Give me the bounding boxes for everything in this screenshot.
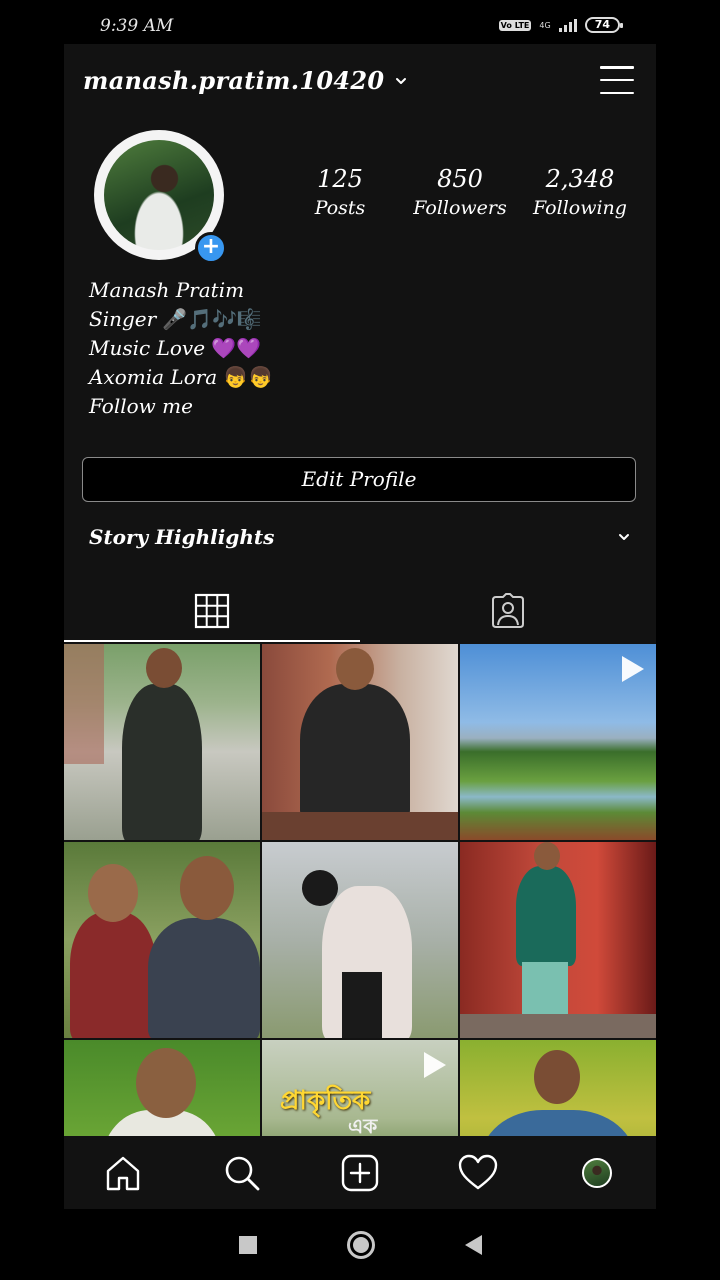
stat-value: 125 — [317, 165, 363, 193]
home-button[interactable] — [346, 1230, 375, 1259]
bio-text: Singer — [89, 307, 157, 331]
bio-line: Follow me — [89, 392, 273, 421]
post-thumbnail[interactable] — [262, 842, 458, 1038]
tab-grid[interactable] — [64, 580, 360, 642]
edit-profile-button[interactable]: Edit Profile — [82, 457, 636, 502]
status-icons: Vo LTE 4G 74 — [498, 17, 624, 33]
system-navigation-bar — [0, 1209, 720, 1280]
profile-avatar-icon — [581, 1157, 612, 1188]
bottom-navigation — [64, 1136, 656, 1209]
post-thumbnail[interactable] — [262, 644, 458, 840]
nav-new-post[interactable] — [330, 1143, 390, 1203]
grid-icon — [194, 593, 230, 629]
post-thumbnail-video[interactable] — [460, 644, 656, 840]
bio-emoji: 👦👦 — [223, 365, 274, 389]
stat-label: Posts — [314, 197, 366, 219]
bio-text: Music Love — [89, 336, 206, 360]
username: manash.pratim.10420 — [83, 66, 385, 95]
instagram-profile-screen: manash.pratim.10420 + 125 Posts 850 Foll… — [64, 44, 656, 1209]
nav-profile[interactable] — [567, 1143, 627, 1203]
post-thumbnail[interactable] — [64, 842, 260, 1038]
story-highlights-toggle[interactable]: Story Highlights — [89, 522, 631, 552]
profile-tabs — [64, 580, 656, 642]
stat-label: Following — [533, 197, 627, 219]
bio-line: Manash Pratim — [89, 276, 273, 305]
bio-text: Axomia Lora — [89, 365, 218, 389]
bio-text: Follow me — [89, 394, 193, 418]
posts-grid: প্রাকৃতিক এক — [64, 644, 656, 1209]
tagged-person-icon — [492, 593, 524, 628]
add-post-icon — [341, 1154, 379, 1191]
stat-label: Followers — [413, 197, 507, 219]
add-story-button[interactable]: + — [195, 232, 227, 264]
avatar-image — [104, 140, 214, 250]
stat-posts[interactable]: 125 Posts — [280, 164, 400, 222]
home-icon — [106, 1156, 140, 1190]
tab-tagged[interactable] — [360, 580, 656, 642]
post-thumbnail[interactable] — [64, 644, 260, 840]
stat-following[interactable]: 2,348 Following — [520, 164, 640, 222]
nav-search[interactable] — [212, 1143, 272, 1203]
status-bar: 9:39 AM Vo LTE 4G 74 — [0, 0, 720, 44]
post-thumbnail[interactable] — [460, 842, 656, 1038]
bio-line: Singer 🎤🎵🎶🎼 — [89, 305, 273, 334]
bio-emoji: 🎤🎵🎶🎼 — [162, 307, 262, 331]
heart-icon — [459, 1154, 498, 1189]
bio-line: Music Love 💜💜 — [89, 334, 273, 363]
status-time: 9:39 AM — [100, 16, 174, 36]
bio-emoji: 💜💜 — [211, 336, 261, 360]
hamburger-menu-icon[interactable] — [600, 64, 634, 96]
chevron-down-icon — [619, 534, 629, 540]
video-icon — [424, 1052, 446, 1078]
battery-icon: 74 — [584, 17, 624, 33]
network-type: 4G — [539, 20, 551, 30]
profile-header: manash.pratim.10420 — [64, 44, 656, 116]
nav-home[interactable] — [93, 1143, 153, 1203]
volte-badge: Vo LTE — [498, 19, 532, 31]
stat-value: 850 — [437, 165, 483, 193]
bio-line: Axomia Lora 👦👦 — [89, 363, 273, 392]
video-icon — [622, 656, 644, 682]
stat-followers[interactable]: 850 Followers — [400, 164, 520, 222]
chevron-down-icon — [396, 77, 407, 84]
profile-bio: Manash Pratim Singer 🎤🎵🎶🎼 Music Love 💜💜 Ax… — [89, 276, 273, 421]
story-highlights-label: Story Highlights — [89, 525, 275, 549]
signal-icon — [558, 18, 577, 32]
search-icon — [225, 1156, 259, 1190]
account-switcher[interactable]: manash.pratim.10420 — [83, 66, 408, 95]
display-name: Manash Pratim — [89, 278, 245, 302]
profile-avatar-container[interactable]: + — [94, 130, 227, 264]
nav-activity[interactable] — [448, 1143, 508, 1203]
profile-stats: 125 Posts 850 Followers 2,348 Following — [280, 164, 640, 222]
stat-value: 2,348 — [545, 165, 615, 193]
back-button[interactable] — [464, 1234, 482, 1255]
recent-apps-button[interactable] — [238, 1235, 257, 1254]
